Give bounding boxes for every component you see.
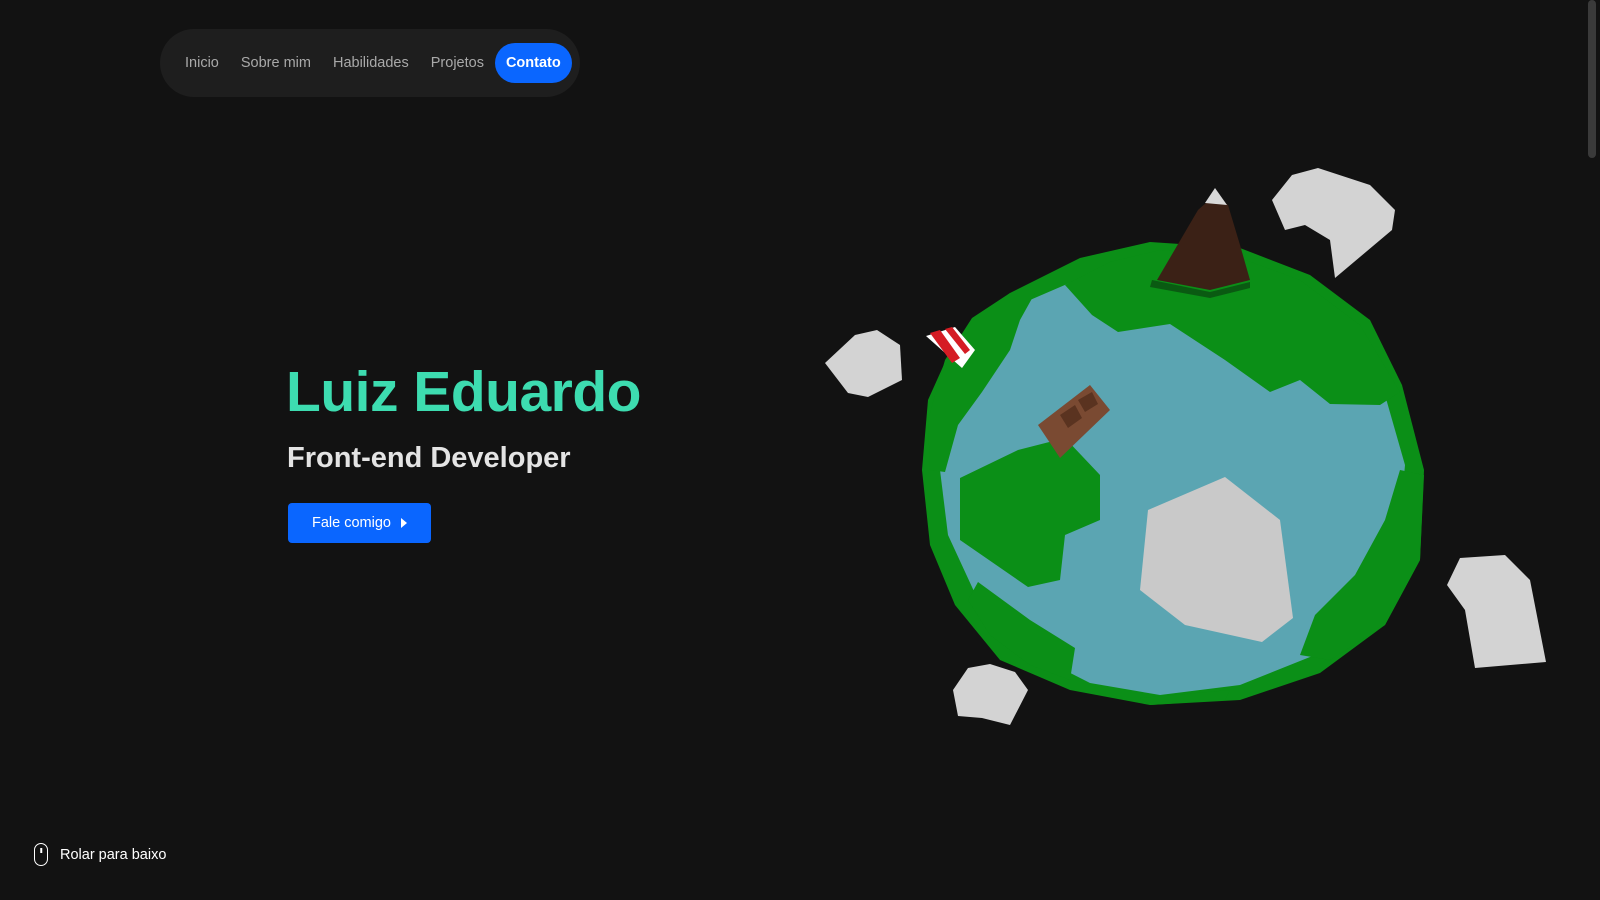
- mouse-icon: [34, 843, 48, 866]
- floating-rock-right: [1447, 555, 1546, 668]
- mountain-snow: [1205, 188, 1227, 205]
- floating-rock-top-right: [1272, 168, 1395, 278]
- planet-illustration: [825, 168, 1546, 725]
- page: Inicio Sobre mim Habilidades Projetos Co…: [0, 0, 1600, 900]
- floating-rock-left: [825, 330, 902, 397]
- scroll-down-label: Rolar para baixo: [60, 846, 167, 863]
- scroll-down-hint[interactable]: Rolar para baixo: [34, 843, 166, 866]
- page-scrollbar[interactable]: [1584, 0, 1600, 900]
- floating-rock-bottom: [953, 664, 1028, 725]
- scrollbar-thumb[interactable]: [1588, 0, 1596, 158]
- mountain: [1157, 195, 1250, 290]
